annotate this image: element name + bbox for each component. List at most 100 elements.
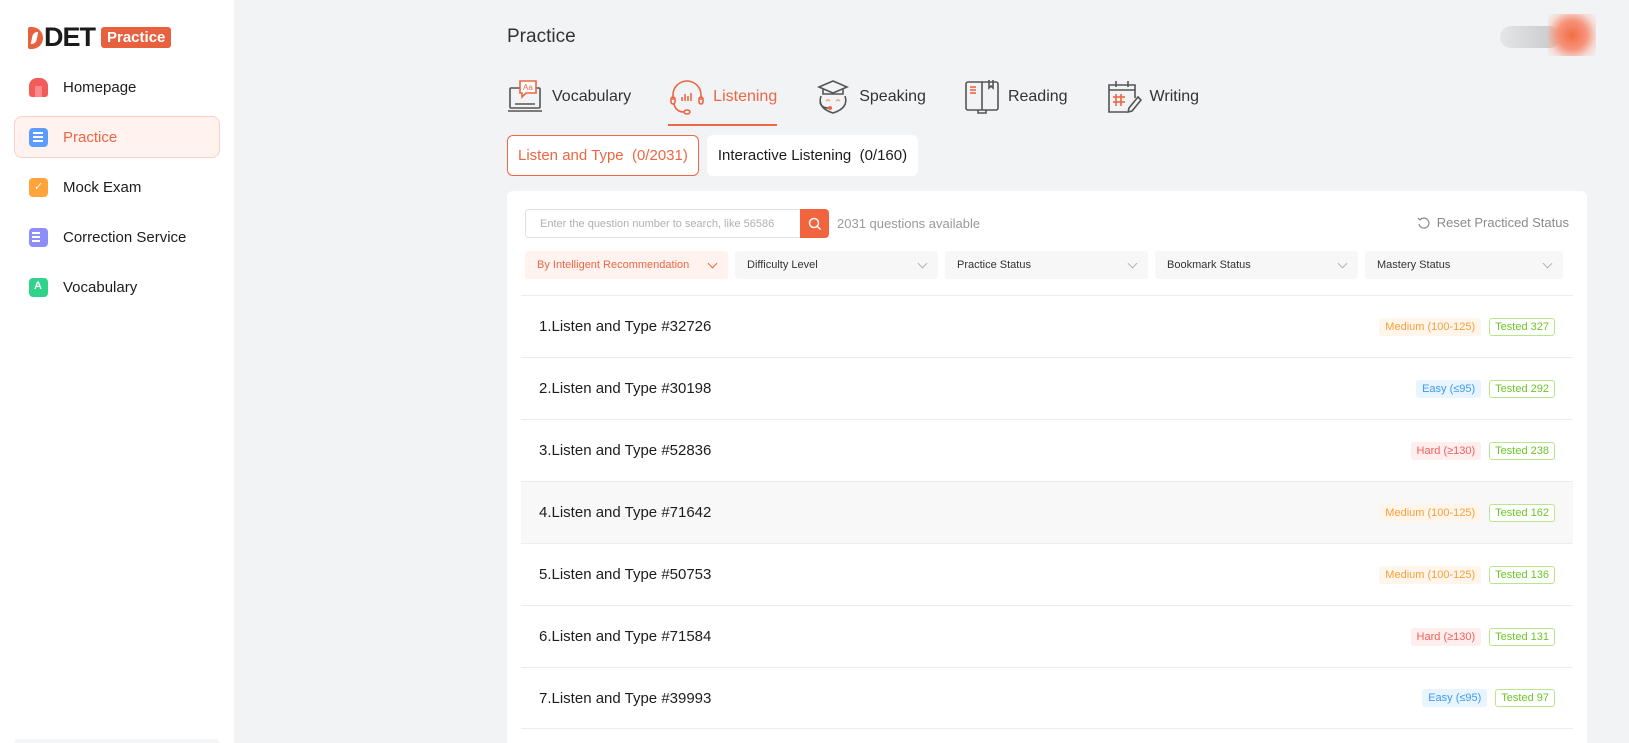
bookmark-status-dropdown[interactable]: Bookmark Status [1155,251,1358,279]
chevron-down-icon [1542,258,1553,268]
question-title: 1.Listen and Type #32726 [539,318,712,335]
tab-listening[interactable]: Listening [668,74,778,126]
logo-badge: Practice [101,27,172,48]
question-tags: Medium (100-125) Tested 136 [1371,565,1555,584]
question-row[interactable]: 7.Listen and Type #39993 Easy (≤95) Test… [521,667,1573,729]
logo-wordmark: DET [28,22,96,53]
sidebar: DET Practice Homepage Practice Mock Exam… [0,0,234,743]
home-icon [29,77,48,97]
difficulty-badge: Hard (≥130) [1410,627,1482,646]
chevron-down-icon [1127,258,1138,268]
question-title: 3.Listen and Type #52836 [539,442,712,459]
sidebar-item-mock-exam[interactable]: Mock Exam [14,166,220,208]
tab-reading[interactable]: Reading [963,74,1068,120]
sidebar-item-label: Mock Exam [63,178,142,196]
sidebar-nav: Homepage Practice Mock Exam Correction S… [14,66,220,316]
question-row[interactable]: 6.Listen and Type #71584 Hard (≥130) Tes… [521,605,1573,667]
skill-tabs: Aa Vocabulary Listening Speaking Reading… [507,74,1236,126]
chevron-down-icon [917,258,928,268]
difficulty-level-dropdown[interactable]: Difficulty Level [735,251,938,279]
question-list: 1.Listen and Type #32726 Medium (100-125… [521,295,1573,729]
filter-label: Bookmark Status [1167,259,1251,271]
practice-icon [29,127,48,147]
sidebar-item-label: Correction Service [63,228,187,246]
question-tags: Medium (100-125) Tested 327 [1371,317,1555,336]
sidebar-item-correction-service[interactable]: Correction Service [14,216,220,258]
page-title: Practice [507,26,576,47]
tab-label: Vocabulary [552,88,632,105]
question-tags: Easy (≤95) Tested 292 [1408,379,1555,398]
tab-label: Writing [1149,88,1200,105]
question-search-input[interactable] [525,209,800,238]
sidebar-item-homepage[interactable]: Homepage [14,66,220,108]
tab-label: Listening [713,88,778,105]
tested-count-badge: Tested 238 [1489,441,1555,460]
search-bar: 2031 questions available [525,209,980,238]
search-icon [808,217,821,230]
questions-available-count: 2031 questions available [837,216,981,231]
filter-bar: By Intelligent Recommendation Difficulty… [525,251,1563,279]
app-logo[interactable]: DET Practice [28,22,172,53]
practice-status-dropdown[interactable]: Practice Status [945,251,1148,279]
vocabulary-laptop-icon: Aa [508,80,542,112]
question-title: 6.Listen and Type #71584 [539,628,712,645]
tab-label: Speaking [859,88,926,105]
mastery-status-dropdown[interactable]: Mastery Status [1365,251,1563,279]
vocabulary-icon [29,277,48,297]
question-row[interactable]: 5.Listen and Type #50753 Medium (100-125… [521,543,1573,605]
subtab-listen-and-type[interactable]: Listen and Type (0/2031) [507,135,699,176]
question-tags: Hard (≥130) Tested 131 [1403,627,1555,646]
question-title: 7.Listen and Type #39993 [539,689,712,707]
sidebar-item-vocabulary[interactable]: Vocabulary [14,266,220,308]
reset-label: Reset Practiced Status [1436,215,1569,230]
tab-speaking[interactable]: Speaking [814,74,926,120]
filter-label: Mastery Status [1377,259,1451,271]
question-title: 4.Listen and Type #71642 [539,504,712,521]
book-icon [965,80,999,114]
tab-writing[interactable]: Writing [1105,74,1200,120]
question-row[interactable]: 3.Listen and Type #52836 Hard (≥130) Tes… [521,419,1573,481]
question-title: 2.Listen and Type #30198 [539,380,712,397]
svg-text:Aa: Aa [523,83,533,92]
sidebar-item-practice[interactable]: Practice [14,116,220,158]
tested-count-badge: Tested 162 [1489,503,1555,522]
question-row[interactable]: 4.Listen and Type #71642 Medium (100-125… [521,481,1573,543]
tested-count-badge: Tested 292 [1489,379,1555,398]
question-title: 5.Listen and Type #50753 [539,566,712,583]
sort-dropdown[interactable]: By Intelligent Recommendation [525,251,728,279]
question-row[interactable]: 1.Listen and Type #32726 Medium (100-125… [521,295,1573,357]
filter-label: By Intelligent Recommendation [537,259,690,271]
chevron-down-icon [1337,258,1348,268]
tested-count-badge: Tested 136 [1489,565,1555,584]
search-button[interactable] [800,209,829,238]
difficulty-badge: Easy (≤95) [1416,379,1482,398]
user-avatar[interactable] [1500,14,1600,56]
reset-practiced-status-button[interactable]: Reset Practiced Status [1417,215,1569,230]
question-list-card: 2031 questions available Reset Practiced… [507,191,1587,743]
calendar-pencil-icon [1107,81,1142,114]
difficulty-badge: Medium (100-125) [1379,317,1482,336]
graduate-headset-icon [817,80,850,114]
difficulty-badge: Medium (100-125) [1379,565,1482,584]
sidebar-item-label: Homepage [63,78,137,96]
headphones-icon [670,80,704,115]
chevron-down-icon [707,258,718,268]
question-row[interactable]: 2.Listen and Type #30198 Easy (≤95) Test… [521,357,1573,419]
sidebar-item-label: Vocabulary [63,278,138,296]
listening-subtabs: Listen and Type (0/2031) Interactive Lis… [507,135,926,176]
question-tags: Easy (≤95) Tested 97 [1414,689,1555,707]
tab-vocabulary[interactable]: Aa Vocabulary [507,74,631,120]
question-tags: Medium (100-125) Tested 162 [1371,503,1555,522]
subtab-interactive-listening[interactable]: Interactive Listening (0/160) [706,135,919,176]
reset-icon [1417,217,1430,229]
logo-text: DET [44,22,96,52]
tested-count-badge: Tested 131 [1489,627,1555,646]
avatar-image [1548,14,1596,56]
sidebar-bottom-panel [14,739,220,743]
logo-d-icon [28,26,43,49]
tested-count-badge: Tested 97 [1495,689,1555,707]
mock-exam-icon [29,177,48,197]
filter-label: Difficulty Level [747,259,818,271]
sidebar-item-label: Practice [63,128,118,146]
tested-count-badge: Tested 327 [1489,317,1555,336]
